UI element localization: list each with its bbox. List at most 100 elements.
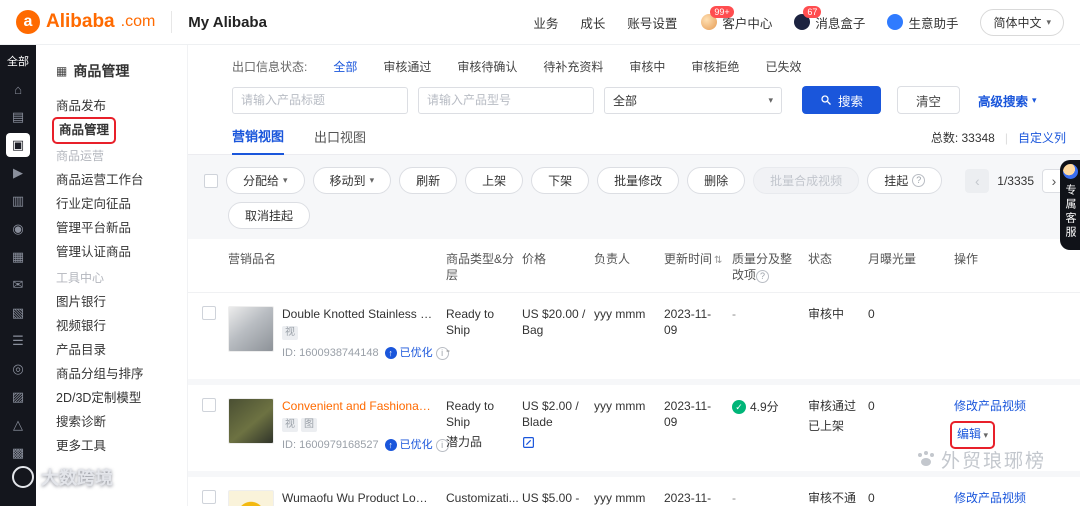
sidebar-item[interactable]: 商品管理 <box>51 117 187 144</box>
sidebar-item[interactable]: 行业定向征品 <box>56 192 187 216</box>
select-all-checkbox[interactable] <box>204 173 218 188</box>
sidebar-item-label: 商品运营 <box>56 149 105 163</box>
orders-icon[interactable]: ▥ <box>6 189 30 213</box>
tab-marketing-view[interactable]: 营销视图 <box>232 126 285 155</box>
sort-icon[interactable]: ⇅ <box>714 255 722 266</box>
toolbar-button[interactable]: 上架 <box>465 167 524 194</box>
product-cell: Wumaofu Wu Product Logistics Service视 <box>228 490 446 506</box>
toolbar-button-label: 删除 <box>704 174 729 188</box>
column-header-label: 月曝光量 <box>868 252 917 266</box>
sidebar-item[interactable]: 更多工具 <box>56 434 187 458</box>
toolbar-button[interactable]: 删除 <box>687 167 746 194</box>
product-cell: Convenient and Fashionable PVA Plasti 视图I… <box>228 398 449 453</box>
edit-price-icon[interactable] <box>522 436 535 449</box>
product-model-input[interactable] <box>418 86 594 114</box>
top-nav-item[interactable]: 账号设置 <box>627 13 677 32</box>
toolbar-button[interactable]: 挂起? <box>867 167 943 194</box>
language-selector[interactable]: 简体中文 ▾ <box>980 8 1064 36</box>
row-checkbox[interactable] <box>202 490 216 504</box>
status-filter-option[interactable]: 审核通过 <box>383 58 431 75</box>
row-checkbox[interactable] <box>202 398 216 412</box>
analytics-icon[interactable]: ▦ <box>6 245 30 269</box>
owner-cell: yyy mmm <box>594 307 646 321</box>
status-filter-option[interactable]: 审核中 <box>629 58 665 75</box>
status-filter-option[interactable]: 已失效 <box>765 58 801 75</box>
optimize-icon: ↑ <box>384 347 397 359</box>
toolbar-button[interactable]: 取消挂起 <box>228 202 311 229</box>
toolbar-button[interactable]: 刷新 <box>399 167 458 194</box>
rail-all-menu[interactable]: 全部 <box>7 45 29 75</box>
top-nav-item[interactable]: 业务 <box>533 13 558 32</box>
header-tool-user[interactable]: 客户中心 99+ <box>701 5 772 32</box>
sidebar-title: ▦ 商品管理 <box>56 61 187 81</box>
sidebar-item[interactable]: 2D/3D定制模型 <box>56 386 187 410</box>
toolbar-button[interactable]: 移动到 ▾ <box>312 167 392 194</box>
sidebar-item[interactable]: 产品目录 <box>56 338 187 362</box>
top-nav: 业务 成长 账号设置 <box>533 13 677 32</box>
targets-icon[interactable]: ◎ <box>6 357 30 381</box>
status-filter-options: 全部 审核通过 审核待确认 待补充资料 审核中 审核拒绝 已失效 <box>333 58 801 75</box>
sidebar-item[interactable]: 管理认证商品 <box>56 240 187 264</box>
top-nav-item[interactable]: 成长 <box>580 13 605 32</box>
header-tool-assistant[interactable]: 生意助手 <box>887 13 958 32</box>
dashboard-icon[interactable]: ▤ <box>6 105 30 129</box>
toolbar-button[interactable]: 分配给 ▾ <box>226 167 305 194</box>
alibaba-logo[interactable]: a Alibaba .com <box>16 10 155 34</box>
status-text: 审核中 <box>808 307 845 321</box>
marketing-icon[interactable]: ▨ <box>6 385 30 409</box>
sidebar-item[interactable]: 搜索诊断 <box>56 410 187 434</box>
status-filter-option[interactable]: 待补充资料 <box>543 58 603 75</box>
optimized-badge[interactable]: ↑ 已优化 i <box>384 437 449 453</box>
custom-columns-link[interactable]: 自定义列 <box>1018 129 1066 146</box>
contacts-icon[interactable]: ☰ <box>6 329 30 353</box>
updated-cell: 2023-11-09 <box>664 491 712 505</box>
search-button[interactable]: 搜索 <box>802 86 882 114</box>
type-cell: Customizati...- <box>446 491 519 505</box>
home-icon[interactable]: ⌂ <box>6 77 30 101</box>
edit-video-link[interactable]: 修改产品视频 <box>954 490 1064 506</box>
prev-page-button[interactable]: ‹ <box>965 168 990 193</box>
apps-icon[interactable]: ▩ <box>6 441 30 465</box>
messages-icon[interactable]: ✉ <box>6 273 30 297</box>
product-title-input[interactable] <box>232 86 408 114</box>
row-checkbox[interactable] <box>202 306 216 320</box>
sidebar-item[interactable]: 商品分组与排序 <box>56 362 187 386</box>
sidebar-item[interactable]: 图片银行 <box>56 290 187 314</box>
status-filter-option[interactable]: 审核待确认 <box>457 58 517 75</box>
toolbar-button[interactable]: 批量修改 <box>597 167 680 194</box>
customer-service-tab[interactable]: 专属客服 <box>1060 160 1080 250</box>
logistics-icon[interactable]: △ <box>6 413 30 437</box>
actions-cell: 修改产品视频编辑 ▾ <box>949 398 1072 456</box>
sidebar-item-label: 搜索诊断 <box>56 415 107 429</box>
my-alibaba-app: a Alibaba .com My Alibaba 业务 成长 账号设置 客户中心 99… <box>0 0 1080 506</box>
edit-link[interactable]: 编辑 ▾ <box>949 421 996 449</box>
product-title[interactable]: Double Knotted Stainless Steel Aquacul <box>282 306 434 322</box>
media-icon[interactable]: ▶ <box>6 161 30 185</box>
category-select[interactable]: 全部 ▾ <box>604 86 782 114</box>
tab-export-view[interactable]: 出口视图 <box>314 127 366 154</box>
column-header[interactable]: 更新时间 ⇅ <box>664 251 732 269</box>
product-title[interactable]: Convenient and Fashionable PVA Plasti <box>282 398 434 414</box>
product-title[interactable]: Wumaofu Wu Product Logistics Service <box>282 490 434 506</box>
sidebar-item[interactable]: 管理平台新品 <box>56 216 187 240</box>
quality-value: 4.9分 <box>750 400 779 414</box>
sidebar-item[interactable]: 商品发布 <box>56 94 187 118</box>
status-text: 审核通过 <box>808 399 857 413</box>
broadcast-icon[interactable]: ◉ <box>6 217 30 241</box>
sidebar-item[interactable]: 商品运营工作台 <box>56 168 187 192</box>
status-filter-option[interactable]: 全部 <box>333 58 357 75</box>
toolbar-button-label: 移动到 <box>329 174 366 188</box>
advanced-search-link[interactable]: 高级搜索 ▾ <box>978 91 1037 110</box>
clear-button[interactable]: 清空 <box>897 86 961 114</box>
info-icon: ? <box>912 174 926 187</box>
status-filter-option[interactable]: 审核拒绝 <box>691 58 739 75</box>
products-icon[interactable]: ▣ <box>6 133 30 157</box>
optimized-badge[interactable]: ↑ 已优化 i <box>384 345 449 361</box>
documents-icon[interactable]: ▧ <box>6 301 30 325</box>
assistant-icon <box>887 14 904 30</box>
sidebar-item-label: 商品分组与排序 <box>56 367 144 381</box>
toolbar-button[interactable]: 下架 <box>531 167 590 194</box>
edit-video-link[interactable]: 修改产品视频 <box>954 398 1064 414</box>
header-tool-message[interactable]: 消息盒子 67 <box>794 5 865 32</box>
sidebar-item[interactable]: 视频银行 <box>56 314 187 338</box>
